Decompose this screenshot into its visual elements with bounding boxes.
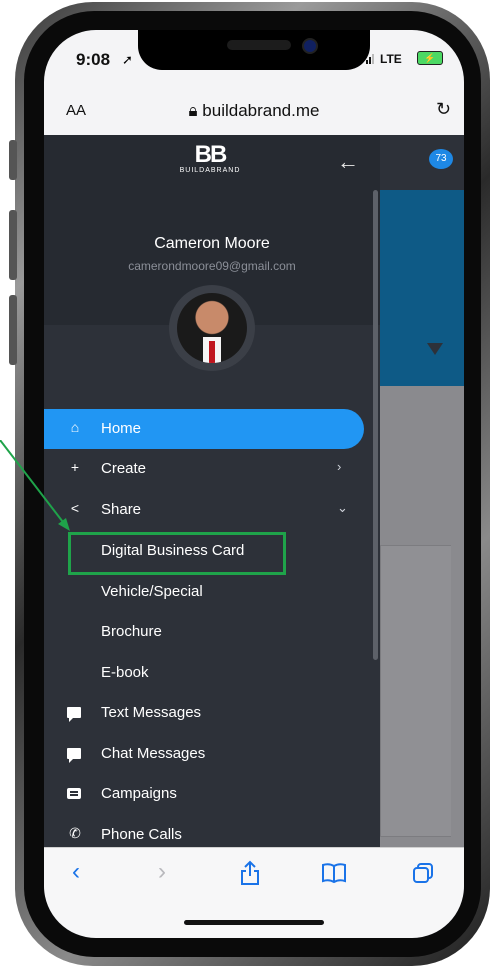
nav-sublabel: Brochure xyxy=(101,623,162,640)
nav-item-text-messages[interactable]: Text Messages xyxy=(44,693,364,733)
avatar-tie xyxy=(209,341,215,363)
phone-icon: ✆ xyxy=(69,825,81,841)
home-indicator[interactable] xyxy=(184,920,324,925)
nav-label-campaigns: Campaigns xyxy=(101,785,177,802)
home-icon: ⌂ xyxy=(70,419,80,435)
text-message-icon xyxy=(67,707,81,722)
location-arrow-icon: ➚ xyxy=(122,52,133,67)
nav-item-create[interactable]: + Create › xyxy=(44,449,364,489)
status-time: 9:08 xyxy=(76,50,111,69)
volume-up-button xyxy=(9,210,17,280)
avatar[interactable] xyxy=(177,293,247,363)
chevron-right-icon: › xyxy=(337,459,342,474)
front-camera xyxy=(302,38,318,54)
campaigns-icon xyxy=(67,788,81,799)
nav-item-share[interactable]: < Share ⌄ xyxy=(44,490,364,530)
browser-address-bar: AA 🔒︎ buildabrand.me ↻ xyxy=(44,85,464,136)
drawer-scrollbar[interactable] xyxy=(373,190,378,660)
logo-mark: BB xyxy=(194,141,228,168)
share-sheet-icon[interactable] xyxy=(239,860,261,886)
nav-item-campaigns[interactable]: Campaigns xyxy=(44,774,364,814)
nav-label-share: Share xyxy=(101,501,142,518)
signal-bars-icon xyxy=(366,54,374,64)
url-text: buildabrand.me xyxy=(202,101,320,120)
nav-label-create: Create xyxy=(101,460,147,477)
user-name: Cameron Moore xyxy=(154,235,270,252)
volume-down-button xyxy=(9,295,17,365)
notification-badge[interactable]: 73 xyxy=(429,149,453,169)
nav-label-text-messages: Text Messages xyxy=(101,704,202,721)
logo-text: BUILDABRAND xyxy=(179,167,241,174)
tabs-icon[interactable] xyxy=(412,862,434,884)
reload-icon[interactable]: ↻ xyxy=(436,99,451,120)
notch xyxy=(138,30,370,70)
nav-label-home: Home xyxy=(101,420,142,437)
nav-label-chat-messages: Chat Messages xyxy=(101,745,206,762)
nav-label-phone-calls: Phone Calls xyxy=(101,826,182,843)
side-drawer: BB BUILDABRAND ← Cameron Moore camerondm… xyxy=(44,135,380,847)
lock-icon: 🔒︎ xyxy=(188,101,198,120)
nav-sublabel: E-book xyxy=(101,664,149,681)
back-icon[interactable]: ‹ xyxy=(72,858,80,886)
brand-logo: BB BUILDABRAND xyxy=(170,141,250,175)
nav-subitem-ebook[interactable]: E-book xyxy=(44,653,364,693)
status-bar: 9:08 ➚ LTE ⚡ xyxy=(44,30,464,85)
speaker-grille xyxy=(227,40,291,50)
nav-item-chat-messages[interactable]: Chat Messages xyxy=(44,734,364,774)
nav-sublabel: Vehicle/Special xyxy=(101,583,203,600)
annotation-arrow-icon xyxy=(0,440,70,531)
network-type: LTE xyxy=(380,52,402,66)
battery-charging-icon: ⚡ xyxy=(417,51,443,65)
annotation-highlight-box xyxy=(68,532,286,575)
chat-message-icon xyxy=(67,748,81,763)
nav-item-phone-calls[interactable]: ✆ Phone Calls xyxy=(44,815,364,847)
nav-subitem-vehicle-special[interactable]: Vehicle/Special xyxy=(44,572,364,612)
mute-switch xyxy=(9,140,17,180)
back-arrow-icon[interactable]: ← xyxy=(337,149,359,175)
nav-subitem-brochure[interactable]: Brochure xyxy=(44,612,364,652)
forward-icon[interactable]: › xyxy=(158,858,166,886)
page-banner xyxy=(380,190,464,386)
phone-screen: 9:08 ➚ LTE ⚡ AA 🔒︎ buildabrand.me ↻ 73 B… xyxy=(44,30,464,938)
page-card xyxy=(380,545,451,837)
bookmarks-icon[interactable] xyxy=(321,862,347,884)
filter-icon[interactable] xyxy=(427,343,443,355)
user-email: camerondmoore09@gmail.com xyxy=(128,259,296,273)
chevron-down-icon: ⌄ xyxy=(337,500,348,515)
browser-toolbar: ‹ › xyxy=(44,847,464,938)
nav-item-home[interactable]: ⌂ Home xyxy=(44,409,364,449)
url-field[interactable]: 🔒︎ buildabrand.me xyxy=(44,101,464,121)
